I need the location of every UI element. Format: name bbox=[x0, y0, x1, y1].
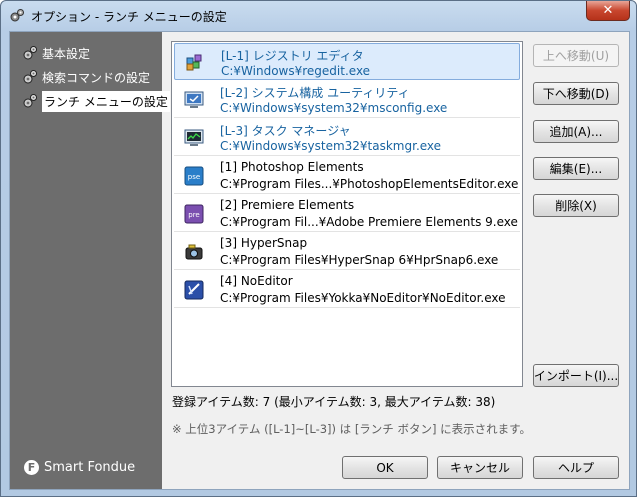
smart-fondue-logo-icon: F bbox=[24, 460, 39, 475]
item-path: C:¥Program Files...¥PhotoshopElementsEdi… bbox=[220, 177, 519, 191]
sidebar-item-basic-settings[interactable]: 基本設定 bbox=[22, 42, 90, 64]
gears-icon bbox=[23, 94, 37, 108]
taskmgr-icon bbox=[180, 125, 208, 151]
item-path: C:¥Program Files¥HyperSnap 6¥HprSnap6.ex… bbox=[220, 253, 499, 267]
gears-icon bbox=[10, 9, 24, 22]
msconfig-icon bbox=[180, 87, 208, 113]
item-path: C:¥Program Fil...¥Adobe Premiere Element… bbox=[220, 215, 518, 229]
window-title: オプション - ランチ メニューの設定 bbox=[31, 10, 227, 24]
item-path: C:¥Program Files¥Yokka¥NoEditor¥NoEditor… bbox=[220, 291, 506, 305]
regedit-icon bbox=[181, 50, 209, 76]
list-item[interactable]: pse [1] Photoshop Elements C:¥Program Fi… bbox=[174, 157, 520, 194]
brand-name: Smart Fondue bbox=[44, 460, 136, 475]
item-name: [L-3] タスク マネージャ bbox=[220, 124, 351, 138]
noeditor-icon bbox=[180, 277, 208, 303]
close-icon: ✕ bbox=[602, 3, 614, 18]
item-name: [1] Photoshop Elements bbox=[220, 160, 364, 174]
list-item[interactable]: [L-2] システム構成 ユーティリティ C:¥Windows¥system32… bbox=[174, 81, 520, 118]
brand: F Smart Fondue bbox=[24, 460, 135, 475]
edit-button[interactable]: 編集(E)... bbox=[533, 157, 619, 180]
premiere-elements-icon-label: pre bbox=[188, 211, 199, 219]
item-name: [2] Premiere Elements bbox=[220, 198, 355, 212]
hypersnap-icon bbox=[180, 239, 208, 265]
cancel-button[interactable]: キャンセル bbox=[437, 456, 523, 479]
list-item[interactable]: [L-1] レジストリ エディタ C:¥Windows¥regedit.exe bbox=[174, 43, 520, 80]
photoshop-elements-icon: pse bbox=[180, 163, 208, 189]
list-item[interactable]: [L-3] タスク マネージャ C:¥Windows¥system32¥task… bbox=[174, 119, 520, 156]
list-item[interactable]: [3] HyperSnap C:¥Program Files¥HyperSnap… bbox=[174, 233, 520, 270]
sidebar: 基本設定 検索コマンドの設定 ランチ メニューの設定 F Smart Fondu… bbox=[10, 32, 170, 489]
item-name: [4] NoEditor bbox=[220, 274, 293, 288]
gears-icon bbox=[23, 70, 37, 84]
import-button[interactable]: インポート(I)... bbox=[533, 364, 619, 387]
item-name: [3] HyperSnap bbox=[220, 236, 308, 250]
ok-button[interactable]: OK bbox=[342, 456, 428, 479]
delete-button[interactable]: 削除(X) bbox=[533, 194, 619, 217]
item-path: C:¥Windows¥regedit.exe bbox=[221, 64, 371, 78]
sidebar-item-launch-menu-settings[interactable]: ランチ メニューの設定 bbox=[22, 90, 170, 112]
gears-icon bbox=[23, 46, 37, 60]
sidebar-item-search-command-settings[interactable]: 検索コマンドの設定 bbox=[22, 66, 150, 88]
sidebar-item-label: ランチ メニューの設定 bbox=[42, 90, 170, 112]
item-name: [L-2] システム構成 ユーティリティ bbox=[220, 86, 410, 100]
add-button[interactable]: 追加(A)... bbox=[533, 120, 619, 143]
item-count-text: 登録アイテム数: 7 (最小アイテム数: 3, 最大アイテム数: 38) bbox=[172, 395, 496, 409]
list-item[interactable]: [4] NoEditor C:¥Program Files¥Yokka¥NoEd… bbox=[174, 271, 520, 308]
close-button[interactable]: ✕ bbox=[586, 1, 630, 21]
title-bar[interactable]: オプション - ランチ メニューの設定 ✕ bbox=[1, 1, 636, 31]
dialog-client: 基本設定 検索コマンドの設定 ランチ メニューの設定 F Smart Fondu… bbox=[9, 31, 630, 490]
item-path: C:¥Windows¥system32¥msconfig.exe bbox=[220, 101, 448, 115]
item-name: [L-1] レジストリ エディタ bbox=[221, 49, 364, 63]
move-down-button[interactable]: 下へ移動(D) bbox=[533, 82, 619, 105]
item-path: C:¥Windows¥system32¥taskmgr.exe bbox=[220, 139, 442, 153]
sidebar-item-label: 検索コマンドの設定 bbox=[42, 70, 151, 85]
premiere-elements-icon: pre bbox=[180, 201, 208, 227]
help-button[interactable]: ヘルプ bbox=[533, 456, 619, 479]
launch-menu-list[interactable]: [L-1] レジストリ エディタ C:¥Windows¥regedit.exe … bbox=[171, 41, 523, 387]
list-item[interactable]: pre [2] Premiere Elements C:¥Program Fil… bbox=[174, 195, 520, 232]
photoshop-elements-icon-label: pse bbox=[188, 173, 200, 181]
launch-button-note: ※ 上位3アイテム ([L-1]~[L-3]) は [ランチ ボタン] に表示さ… bbox=[172, 422, 531, 436]
options-window: オプション - ランチ メニューの設定 ✕ 基本設定 検索コマンドの設定 ランチ… bbox=[0, 0, 637, 497]
move-up-button[interactable]: 上へ移動(U) bbox=[533, 44, 619, 67]
sidebar-item-label: 基本設定 bbox=[42, 46, 91, 61]
